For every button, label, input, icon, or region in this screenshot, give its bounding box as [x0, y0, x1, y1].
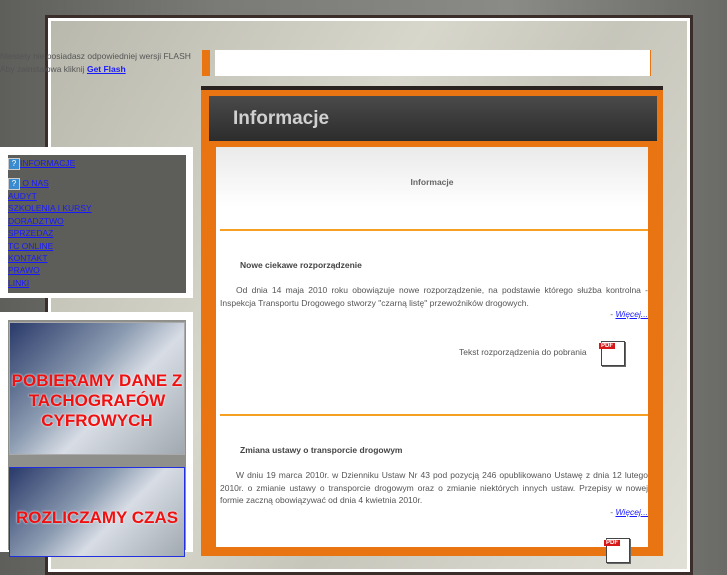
flash-instruction: Aby zainstalowa kliknij — [0, 64, 85, 74]
banner-list: POBIERAMY DANE Z TACHOGRAFÓW CYFROWYCH R… — [8, 320, 186, 557]
menu-label: O NAS — [22, 178, 49, 188]
get-flash-link[interactable]: Get Flash — [87, 64, 126, 74]
orange-bar — [202, 50, 210, 76]
banner-rozliczamy[interactable]: ROZLICZAMY CZAS — [9, 467, 185, 557]
pdf-badge: PDF — [599, 343, 615, 349]
image-placeholder-icon: ? — [8, 178, 20, 190]
menu-item-kontakt[interactable]: KONTAKT — [8, 252, 186, 264]
top-strip — [215, 50, 650, 76]
page-title: Informacje — [209, 96, 657, 141]
menu-item-tc-online[interactable]: TC ONLINE — [8, 240, 186, 252]
image-placeholder-icon: ? — [8, 158, 20, 170]
divider — [220, 414, 648, 416]
article-heading: Nowe ciekawe rozporządzenie — [240, 260, 362, 270]
menu-label: INFORMACJE — [20, 158, 76, 168]
menu-item-audyt[interactable]: AUDYT — [8, 190, 186, 202]
pdf-icon[interactable]: PDF — [599, 341, 625, 366]
menu-item-sprzedaz[interactable]: SPRZEDAZ — [8, 227, 186, 239]
menu-item-o-nas[interactable]: ? O NAS — [8, 176, 186, 190]
menu-item-prawo[interactable]: PRAWO — [8, 264, 186, 276]
pdf-badge: PDF — [604, 540, 620, 546]
more-row: - Więcej... — [610, 507, 648, 517]
download-label: Tekst rozporządzenia do pobrania — [459, 347, 587, 357]
flash-notice: Niestety nie posiadasz odpowiedniej wers… — [0, 50, 191, 76]
menu-item-linki[interactable]: LINKI — [8, 277, 186, 289]
more-link[interactable]: Więcej... — [615, 507, 648, 517]
more-row: - Więcej... — [610, 309, 648, 319]
content-area: Informacje Nowe ciekawe rozporządzenie O… — [216, 147, 648, 563]
menu-item-doradztwo[interactable]: DORADZTWO — [8, 215, 186, 227]
article-heading: Zmiana ustawy o transporcie drogowym — [240, 445, 403, 455]
more-link[interactable]: Więcej... — [615, 309, 648, 319]
menu-item-szkolenia[interactable]: SZKOLENIA I KURSY — [8, 202, 186, 214]
article-text: Od dnia 14 maja 2010 roku obowiązuje now… — [220, 285, 648, 308]
divider — [220, 229, 648, 231]
flash-message: Niestety nie posiadasz odpowiedniej wers… — [0, 51, 191, 61]
pdf-icon[interactable]: PDF — [604, 538, 630, 563]
article-text: W dniu 19 marca 2010r. w Dzienniku Ustaw… — [220, 470, 648, 505]
content-title: Informacje — [410, 177, 454, 187]
banner-tachografy[interactable]: POBIERAMY DANE Z TACHOGRAFÓW CYFROWYCH — [9, 322, 185, 455]
menu-item-informacje[interactable]: ? INFORMACJE — [8, 156, 186, 170]
sidebar-menu: ? INFORMACJE ? O NAS AUDYT SZKOLENIA I KU… — [8, 155, 186, 293]
